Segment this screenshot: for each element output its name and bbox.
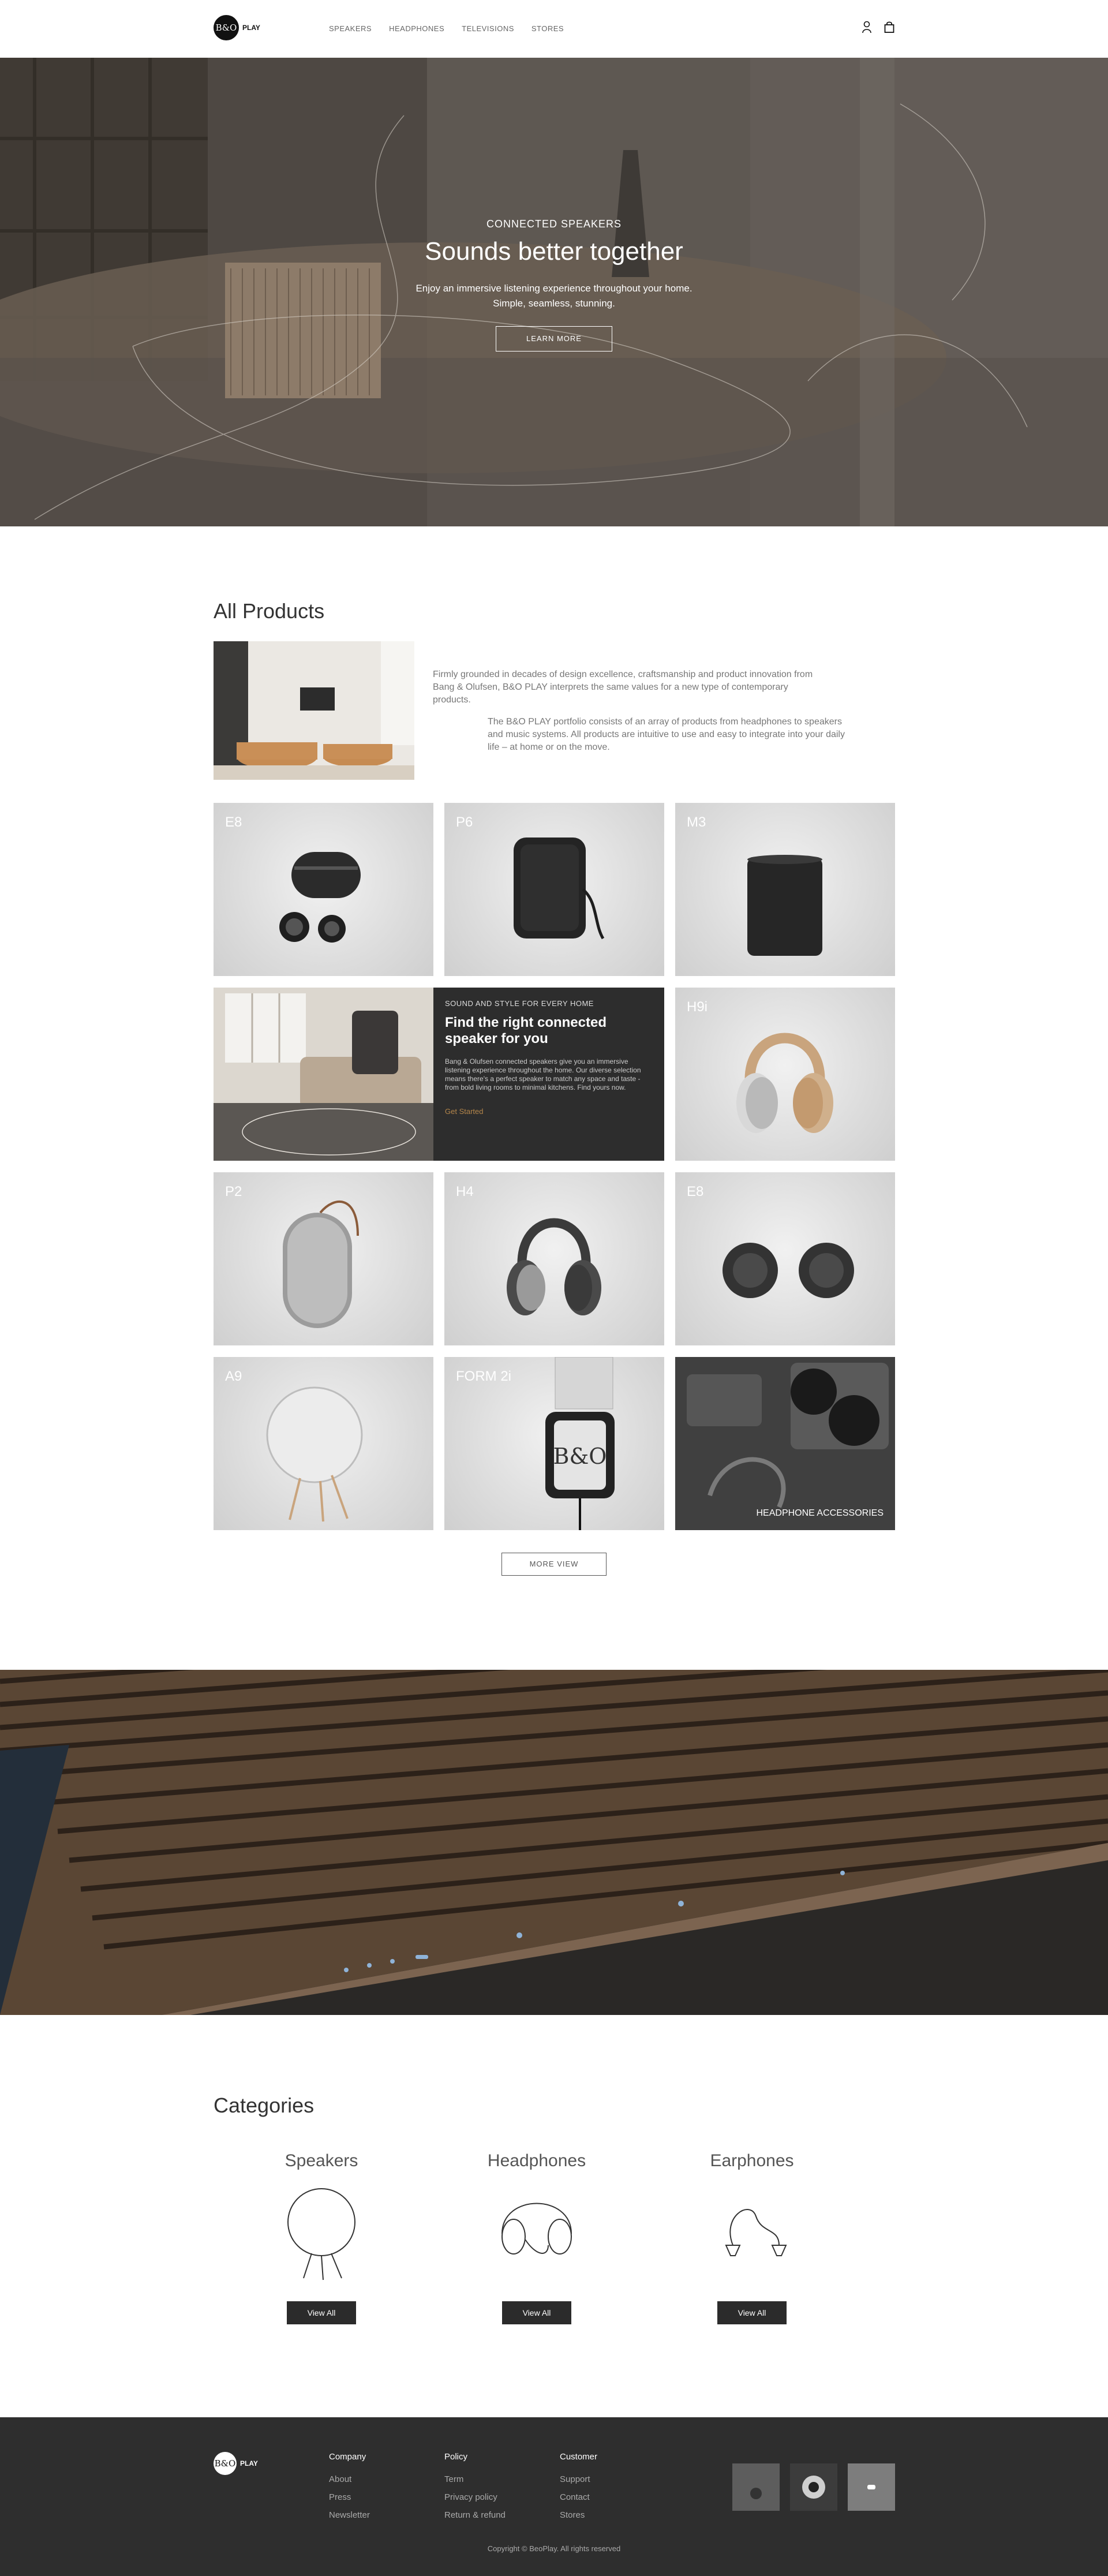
footer-logo-monogram: B&O xyxy=(214,2452,237,2475)
category-title: Earphones xyxy=(710,2151,794,2170)
hero-banner: CONNECTED SPEAKERS Sounds better togethe… xyxy=(0,58,1108,526)
footer-logo-text: PLAY xyxy=(240,2459,258,2467)
headphones-line-icon xyxy=(501,2203,572,2255)
tile-label: P6 xyxy=(456,814,473,830)
hero-description-line-2: Simple, seamless, stunning. xyxy=(493,298,615,309)
nav-speakers[interactable]: SPEAKERS xyxy=(329,24,372,33)
copyright-text: Copyright © BeoPlay. All rights reserved xyxy=(487,2544,621,2553)
feature-panel: SOUND AND STYLE FOR EVERY HOME Find the … xyxy=(433,988,664,1161)
hero-content: CONNECTED SPEAKERS Sounds better togethe… xyxy=(0,218,1108,352)
product-tile-h4[interactable]: H4 xyxy=(444,1172,664,1345)
footer-link-term[interactable]: Term xyxy=(444,2474,506,2484)
footer-link-newsletter[interactable]: Newsletter xyxy=(329,2510,370,2520)
products-intro-paragraph-2: The B&O PLAY portfolio consists of an ar… xyxy=(488,717,845,752)
accessories-image xyxy=(675,1357,895,1530)
main-nav: SPEAKERS HEADPHONES TELEVISIONS STORES xyxy=(329,24,564,33)
pocket-speaker-image xyxy=(283,1200,359,1328)
hero-description-line-1: Enjoy an immersive listening experience … xyxy=(415,283,692,294)
hero-description: Enjoy an immersive listening experience … xyxy=(0,281,1108,311)
categories-title: Categories xyxy=(214,2093,315,2117)
product-tile-p2[interactable]: P2 xyxy=(214,1172,433,1345)
footer-logo[interactable]: B&O PLAY xyxy=(214,2452,258,2475)
logo-text: PLAY xyxy=(242,24,260,32)
tile-label: E8 xyxy=(225,814,242,830)
tile-label: H4 xyxy=(456,1184,474,1199)
site-header: B&O PLAY SPEAKERS HEADPHONES TELEVISIONS… xyxy=(0,0,1108,58)
living-room-image xyxy=(214,988,433,1161)
tile-label: A9 xyxy=(225,1369,242,1384)
tile-label: P2 xyxy=(225,1184,242,1199)
tile-label: E8 xyxy=(687,1184,704,1199)
tile-label: H9i xyxy=(687,999,708,1015)
product-tile-m3[interactable]: M3 xyxy=(675,803,895,976)
footer-thumbnail-3[interactable] xyxy=(848,2463,895,2511)
footer-column-heading: Customer xyxy=(560,2452,598,2462)
nav-headphones[interactable]: HEADPHONES xyxy=(389,24,444,33)
footer-thumbnail-2[interactable] xyxy=(790,2463,837,2511)
category-earphones: Earphones xyxy=(700,2151,804,2171)
shopping-bag-icon[interactable] xyxy=(884,21,894,33)
all-products-title: All Products xyxy=(214,599,325,623)
hero-title: Sounds better together xyxy=(425,237,683,266)
learn-more-button[interactable]: LEARN MORE xyxy=(496,326,612,352)
user-icon[interactable] xyxy=(862,21,871,33)
speaker-line-icon xyxy=(287,2188,355,2280)
portable-speaker-image xyxy=(514,838,605,940)
hero-kicker: CONNECTED SPEAKERS xyxy=(486,218,622,230)
headphones-image xyxy=(507,1218,601,1315)
footer-link-about[interactable]: About xyxy=(329,2474,370,2484)
footer-link-support[interactable]: Support xyxy=(560,2474,597,2484)
view-all-earphones-button[interactable]: View All xyxy=(717,2301,787,2324)
feature-title: Find the right connected speaker for you xyxy=(445,1015,607,1046)
site-footer: B&O PLAY Company About Press Newsletter … xyxy=(0,2417,1108,2576)
home-speaker-image xyxy=(747,855,822,956)
svg-text:B&O: B&O xyxy=(553,1444,607,1469)
product-tile-a9[interactable]: A9 xyxy=(214,1357,433,1530)
get-started-link[interactable]: Get Started xyxy=(445,1107,653,1116)
nav-televisions[interactable]: TELEVISIONS xyxy=(462,24,514,33)
product-tile-h9i[interactable]: H9i xyxy=(675,988,895,1161)
footer-link-press[interactable]: Press xyxy=(329,2492,370,2502)
product-tile-e8-earbuds[interactable]: E8 xyxy=(675,1172,895,1345)
logo-monogram: B&O xyxy=(214,15,239,40)
feature-kicker: SOUND AND STYLE FOR EVERY HOME xyxy=(445,999,594,1008)
footer-column-company: Company About Press Newsletter xyxy=(329,2452,370,2528)
category-headphones: Headphones xyxy=(485,2151,589,2171)
footer-column-customer: Customer Support Contact Stores xyxy=(560,2452,597,2528)
more-view-button[interactable]: MORE VIEW xyxy=(501,1553,607,1576)
category-speakers: Speakers xyxy=(269,2151,373,2171)
earphones-case-image xyxy=(279,852,361,943)
speaker-closeup-banner xyxy=(0,1670,1108,2015)
footer-link-contact[interactable]: Contact xyxy=(560,2492,597,2502)
earbuds-image xyxy=(723,1243,854,1298)
product-tile-e8[interactable]: E8 xyxy=(214,803,433,976)
view-all-headphones-button[interactable]: View All xyxy=(502,2301,571,2324)
product-tile-p6[interactable]: P6 xyxy=(444,803,664,976)
header-icons xyxy=(862,21,894,33)
accessories-label: HEADPHONE ACCESSORIES xyxy=(756,1508,884,1518)
speaker-image xyxy=(266,1386,363,1522)
product-tile-form2i[interactable]: B&O FORM 2i xyxy=(444,1357,664,1530)
headphones-image xyxy=(736,1033,833,1133)
category-title: Headphones xyxy=(487,2151,586,2170)
footer-column-heading: Policy xyxy=(444,2452,468,2462)
headphone-accessories-tile[interactable]: HEADPHONE ACCESSORIES xyxy=(675,1357,895,1530)
footer-column-heading: Company xyxy=(329,2452,366,2462)
footer-column-policy: Policy Term Privacy policy Return & refu… xyxy=(444,2452,506,2528)
store-interior-image xyxy=(214,641,414,780)
earphones-line-icon xyxy=(725,2209,787,2256)
category-title: Speakers xyxy=(285,2151,358,2170)
footer-link-return-refund[interactable]: Return & refund xyxy=(444,2510,506,2520)
tile-label: M3 xyxy=(687,814,706,830)
feature-body: Bang & Olufsen connected speakers give y… xyxy=(445,1057,641,1091)
nav-stores[interactable]: STORES xyxy=(531,24,564,33)
footer-link-privacy-policy[interactable]: Privacy policy xyxy=(444,2492,506,2502)
products-intro-paragraph-1: Firmly grounded in decades of design exc… xyxy=(433,670,813,705)
footer-thumbnail-1[interactable] xyxy=(732,2463,780,2511)
logo[interactable]: B&O PLAY xyxy=(214,15,260,40)
tile-label: FORM 2i xyxy=(456,1369,511,1384)
view-all-speakers-button[interactable]: View All xyxy=(287,2301,356,2324)
footer-link-stores[interactable]: Stores xyxy=(560,2510,597,2520)
